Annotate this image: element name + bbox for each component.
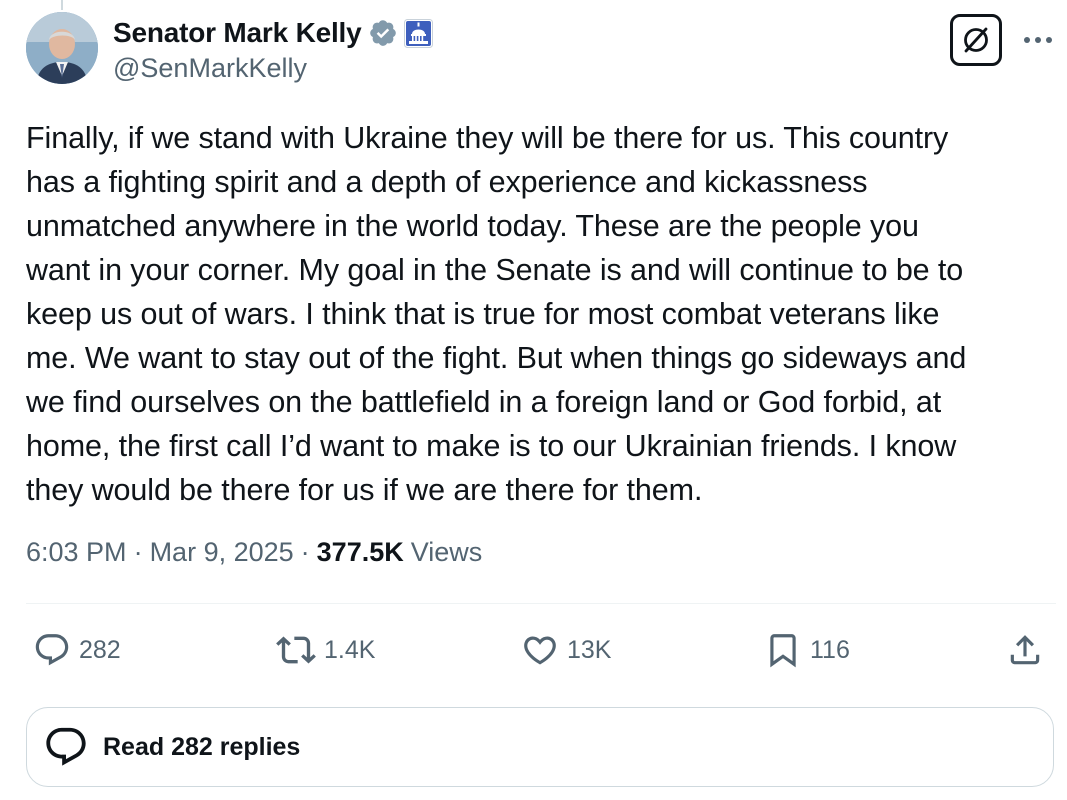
tweet-time[interactable]: 6:03 PM <box>26 537 127 568</box>
avatar-image <box>26 12 98 84</box>
bookmark-icon <box>770 634 796 668</box>
tweet-text: Finally, if we stand with Ukraine they w… <box>26 121 967 507</box>
like-count: 13K <box>567 635 612 664</box>
ellipsis-icon <box>1024 37 1052 43</box>
share-button[interactable] <box>1006 628 1044 672</box>
bookmark-count: 116 <box>810 635 850 664</box>
tweet-date[interactable]: Mar 9, 2025 <box>150 537 294 568</box>
views-count[interactable]: 377.5K <box>317 537 404 568</box>
like-button[interactable]: 13K <box>521 628 611 672</box>
action-bar: 282 1.4K 13K 116 <box>0 628 1067 672</box>
divider <box>26 603 1056 604</box>
bookmark-button[interactable]: 116 <box>764 628 850 672</box>
more-options-button[interactable] <box>1022 24 1054 56</box>
author-display-name[interactable]: Senator Mark Kelly <box>113 17 362 49</box>
meta-separator: · <box>300 537 310 567</box>
reply-button[interactable]: 282 <box>33 628 121 672</box>
speech-bubble-icon <box>43 724 89 770</box>
reply-icon <box>35 634 69 666</box>
grok-icon <box>964 27 988 53</box>
heart-icon <box>524 636 556 665</box>
tweet-header: Senator Mark Kelly @SenMarkKelly <box>26 12 1056 92</box>
repost-count: 1.4K <box>324 635 376 664</box>
grok-explain-button[interactable] <box>950 14 1002 66</box>
share-icon <box>1010 635 1040 665</box>
verified-badge-icon[interactable] <box>368 18 398 48</box>
views-label: Views <box>410 537 483 567</box>
meta-separator: · <box>133 537 143 567</box>
display-name-row: Senator Mark Kelly <box>113 14 433 52</box>
avatar[interactable] <box>26 12 98 84</box>
us-capitol-icon[interactable] <box>403 18 433 48</box>
reply-count: 282 <box>79 635 121 664</box>
author-names: Senator Mark Kelly @SenMarkKelly <box>113 14 433 84</box>
tweet-meta: 6:03 PM · Mar 9, 2025 · 377.5K Views <box>26 537 482 568</box>
author-handle[interactable]: @SenMarkKelly <box>113 53 433 84</box>
repost-icon <box>276 636 316 664</box>
read-replies-button[interactable]: Read 282 replies <box>26 707 1054 787</box>
repost-button[interactable]: 1.4K <box>276 628 375 672</box>
thread-connector-line <box>61 0 63 10</box>
read-replies-label: Read 282 replies <box>103 732 301 761</box>
